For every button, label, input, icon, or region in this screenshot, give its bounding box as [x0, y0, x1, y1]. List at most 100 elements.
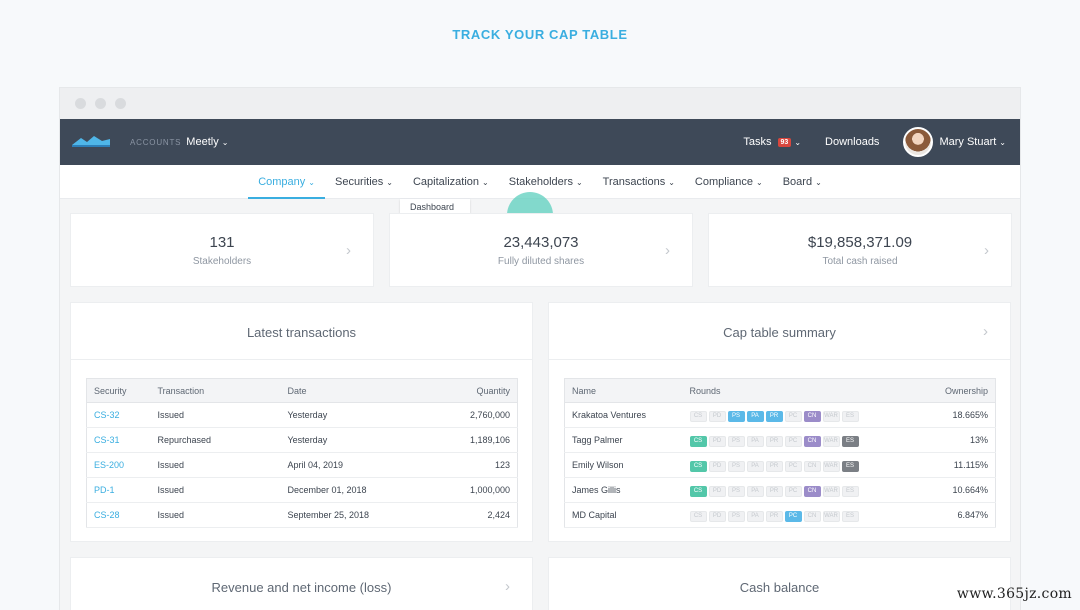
window-chrome [60, 88, 1020, 119]
table-row: Tagg Palmer CS PD PS PA PR PC CN WAR ES 13% [564, 427, 996, 453]
panel-title: Cap table summary [723, 325, 836, 340]
tab-capitalization[interactable]: Capitalization ⌄ [403, 165, 499, 199]
round-chip-cn: CN [803, 510, 821, 522]
round-chip-pa: PA [746, 460, 764, 472]
close-dot[interactable] [75, 98, 86, 109]
tab-label: Board [782, 176, 813, 188]
minimize-dot[interactable] [95, 98, 106, 109]
rounds-cell: CS PD PS PA PR PC CN WAR ES [682, 502, 922, 528]
revenue-header[interactable]: Revenue and net income (loss) › [71, 558, 532, 610]
tasks-button[interactable]: Tasks 93 ⌄ [743, 136, 801, 148]
table-cell: 123 [440, 452, 518, 478]
browser-window: ACCOUNTS Meetly ⌄ Tasks 93 ⌄ Downloads Ma… [59, 87, 1021, 610]
chevron-right-icon[interactable]: › [983, 323, 988, 340]
tab-stakeholders[interactable]: Stakeholders ⌄ [499, 165, 593, 199]
transactions-table: Security Transaction Date Quantity CS-32 Issu… [86, 378, 518, 528]
round-chip-war: WAR [822, 410, 840, 422]
stat-card[interactable]: 131 Stakeholders › [70, 213, 374, 287]
maximize-dot[interactable] [115, 98, 126, 109]
tasks-count-badge: 93 [777, 137, 792, 147]
ownership-value: 18.665% [921, 402, 996, 428]
stat-card[interactable]: $19,858,371.09 Total cash raised › [708, 213, 1012, 287]
cap-table-summary-header[interactable]: Cap table summary › [549, 303, 1010, 360]
avatar[interactable] [903, 127, 934, 157]
tab-board[interactable]: Board ⌄ [773, 165, 832, 199]
chevron-down-icon: ⌄ [756, 178, 763, 187]
stat-label: Fully diluted shares [497, 256, 585, 267]
tab-compliance[interactable]: Compliance ⌄ [685, 165, 773, 199]
security-link[interactable]: CS-28 [86, 502, 151, 528]
security-link[interactable]: CS-31 [86, 427, 151, 453]
round-chip-cs: CS [689, 435, 707, 447]
chevron-right-icon[interactable]: › [665, 242, 670, 259]
table-header-row: Name Rounds Ownership [564, 378, 996, 403]
chevron-down-icon: ⌄ [999, 138, 1006, 147]
tab-label: Compliance [694, 176, 754, 188]
downloads-link[interactable]: Downloads [825, 136, 879, 148]
rounds-cell: CS PD PS PA PR PC CN WAR ES [682, 452, 922, 478]
cash-balance-header[interactable]: Cash balance [549, 558, 1010, 610]
table-cell: April 04, 2019 [280, 452, 441, 478]
account-switcher[interactable]: Meetly ⌄ [186, 136, 228, 148]
page-headline: TRACK YOUR CAP TABLE [452, 27, 628, 42]
table-cell: Yesterday [280, 427, 441, 453]
round-chip-pc: PC [784, 435, 802, 447]
table-row: Emily Wilson CS PD PS PA PR PC CN WAR ES 11.115% [564, 452, 996, 478]
chevron-down-icon: ⌄ [482, 178, 489, 187]
round-chip-ps: PS [727, 460, 745, 472]
revenue-panel: Revenue and net income (loss) › [70, 557, 533, 610]
stats-row: 131 Stakeholders › 23,443,073 Fully diluted … [70, 213, 1012, 287]
watermark: www.365jz.com [956, 586, 1072, 602]
column-header: Quantity [440, 378, 518, 403]
security-link[interactable]: PD-1 [86, 477, 151, 503]
tab-label: Securities [334, 176, 384, 188]
tab-securities[interactable]: Securities ⌄ [325, 165, 403, 199]
rounds-cell: CS PD PS PA PR PC CN WAR ES [682, 427, 922, 453]
account-name: Meetly [186, 136, 219, 148]
table-cell: Issued [150, 402, 281, 428]
round-chip-war: WAR [822, 460, 840, 472]
ownership-value: 13% [921, 427, 996, 453]
chevron-right-icon[interactable]: › [346, 242, 351, 259]
table-header-row: Security Transaction Date Quantity [86, 378, 518, 403]
round-chip-pa: PA [746, 410, 764, 422]
round-chip-pr: PR [765, 435, 783, 447]
logo-icon[interactable] [72, 135, 110, 149]
tab-label: Capitalization [412, 176, 480, 188]
round-chip-pr: PR [765, 460, 783, 472]
security-link[interactable]: CS-32 [86, 402, 151, 428]
stakeholder-name: James Gillis [564, 477, 683, 503]
tab-transactions[interactable]: Transactions ⌄ [593, 165, 685, 199]
round-chip-pd: PD [708, 435, 726, 447]
user-menu[interactable]: Mary Stuart ⌄ [939, 136, 1006, 148]
round-chip-cs: CS [689, 410, 707, 422]
round-chip-cn: CN [803, 435, 821, 447]
table-row: CS-28 Issued September 25, 2018 2,424 [86, 502, 518, 528]
chevron-down-icon: ⌄ [668, 178, 675, 187]
chevron-right-icon[interactable]: › [505, 578, 510, 595]
table-row: PD-1 Issued December 01, 2018 1,000,000 [86, 477, 518, 503]
latest-transactions-header[interactable]: Latest transactions [71, 303, 532, 360]
round-chip-cn: CN [803, 460, 821, 472]
table-row: MD Capital CS PD PS PA PR PC CN WAR ES 6.847% [564, 502, 996, 528]
stat-card[interactable]: 23,443,073 Fully diluted shares › [389, 213, 693, 287]
round-chip-cs: CS [689, 460, 707, 472]
security-link[interactable]: ES-200 [86, 452, 151, 478]
ownership-value: 10.664% [921, 477, 996, 503]
column-header: Ownership [921, 378, 996, 403]
rounds-cell: CS PD PS PA PR PC CN WAR ES [682, 402, 922, 428]
stat-label: Stakeholders [192, 256, 252, 267]
table-cell: December 01, 2018 [280, 477, 441, 503]
round-chip-pd: PD [708, 460, 726, 472]
tab-label: Stakeholders [508, 176, 573, 188]
chevron-down-icon: ⌄ [815, 178, 822, 187]
round-chip-war: WAR [822, 510, 840, 522]
stat-value: 131 [209, 234, 235, 251]
tab-company[interactable]: Company ⌄ [248, 165, 325, 199]
round-chip-pc: PC [784, 485, 802, 497]
table-cell: Issued [150, 452, 281, 478]
table-cell: Issued [150, 502, 281, 528]
panel-title: Revenue and net income (loss) [211, 580, 392, 595]
chevron-right-icon[interactable]: › [984, 242, 989, 259]
dropdown-peek[interactable]: Dashboard [400, 199, 470, 213]
